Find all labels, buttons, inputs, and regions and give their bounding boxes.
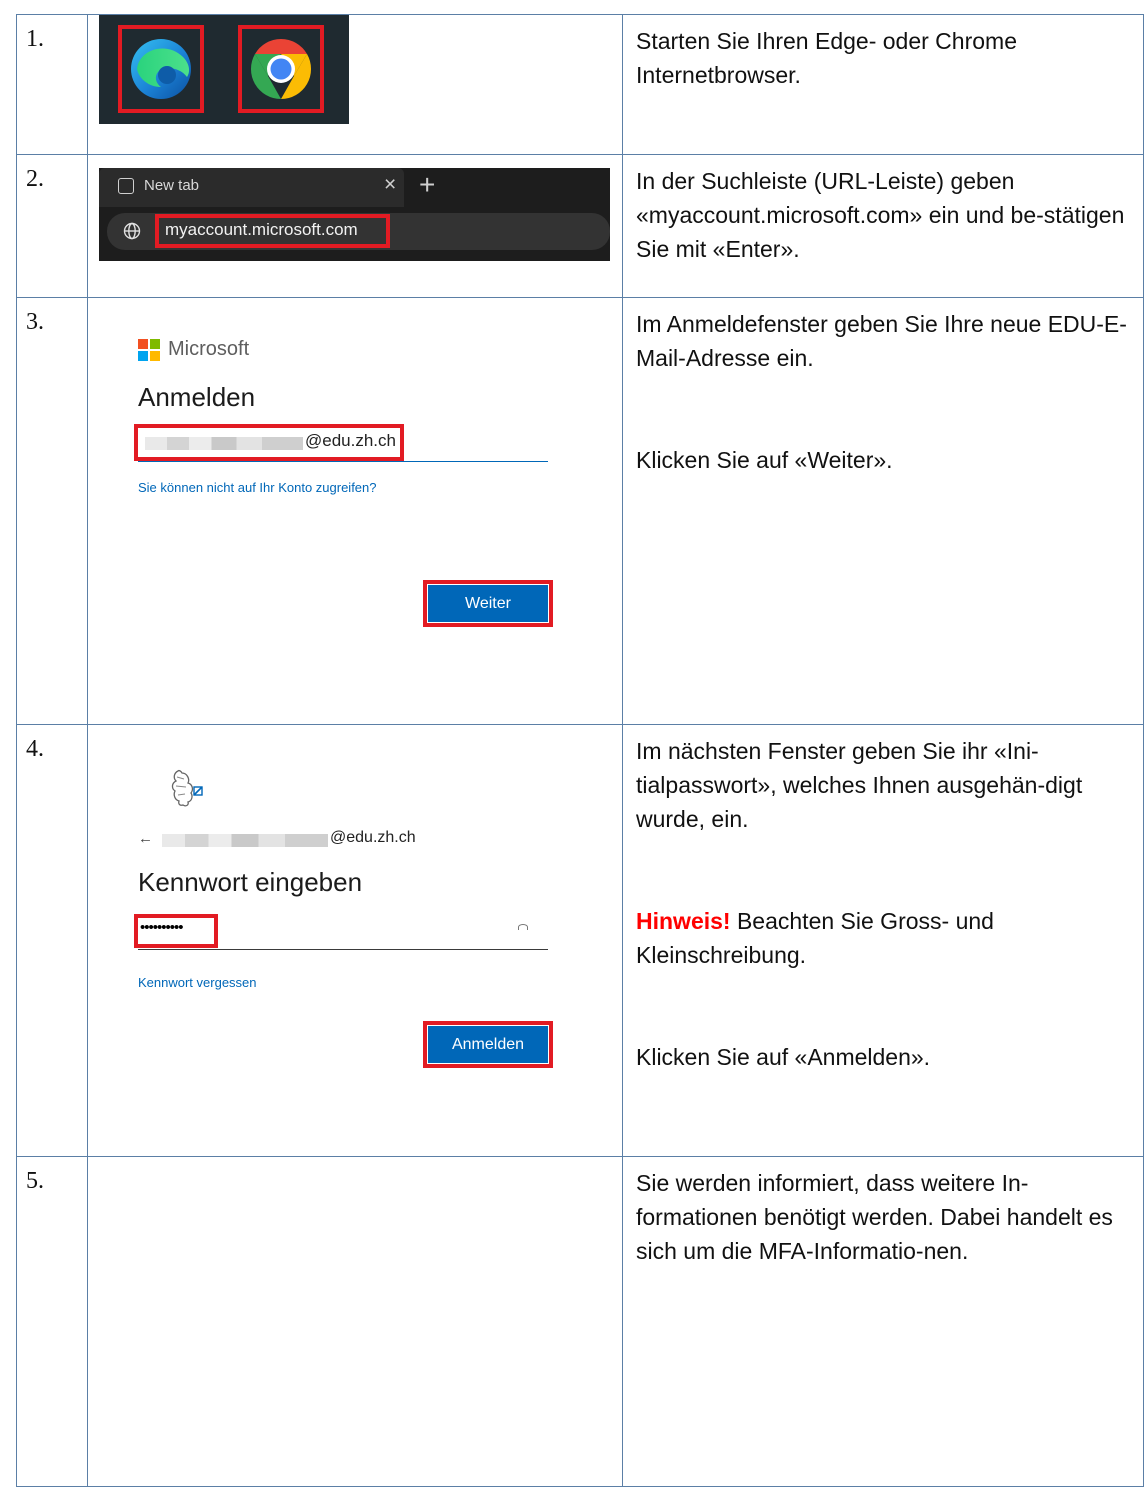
desc-line: Klicken Sie auf «Anmelden».: [636, 1044, 931, 1070]
highlight-box: [134, 424, 404, 461]
account-help-link[interactable]: Sie können nicht auf Ihr Konto zugreifen…: [138, 480, 377, 495]
desc-line: Klicken Sie auf «Weiter».: [636, 447, 893, 473]
email-domain: @edu.zh.ch: [330, 829, 416, 846]
step-description: Sie werden informiert, dass weitere In-f…: [622, 1156, 1144, 1487]
step-screenshot: [87, 1156, 623, 1487]
step-number: 1.: [16, 14, 88, 155]
password-heading: Kennwort eingeben: [138, 867, 363, 897]
signin-button[interactable]: Anmelden: [428, 1026, 548, 1063]
step-number: 3.: [16, 297, 88, 725]
step-screenshot: [87, 14, 623, 155]
highlight-box: [134, 914, 218, 948]
taskbar-image: [99, 15, 349, 124]
step-row-4: 4. ← @edu.zh.ch Kennwort eingeben ••••••…: [16, 724, 1144, 1157]
step-number: 5.: [16, 1156, 88, 1487]
signin-heading: Anmelden: [138, 382, 256, 412]
blurred-username: [162, 834, 328, 847]
reveal-password-icon[interactable]: [518, 924, 528, 930]
tab-page-icon: [118, 178, 134, 194]
desc-line: Im nächsten Fenster geben Sie ihr «Ini-t…: [636, 738, 1083, 832]
step-row-3: 3. Microsoft Anmelden @edu.zh.ch Sie kön…: [16, 297, 1144, 725]
step-screenshot: Microsoft Anmelden @edu.zh.ch Sie können…: [87, 297, 623, 725]
new-tab-icon[interactable]: +: [419, 168, 435, 202]
tab-close-icon[interactable]: ×: [384, 173, 396, 197]
step-row-5: 5. Sie werden informiert, dass weitere I…: [16, 1156, 1144, 1487]
step-number: 4.: [16, 724, 88, 1157]
instructions-table: 1. Starten Sie Ihren Edge- oder Chrome I…: [16, 14, 1144, 1487]
step-description: Im Anmeldefenster geben Sie Ihre neue ED…: [622, 297, 1144, 725]
browser-image: New tab × + myaccount.microsoft.com: [99, 168, 610, 261]
url-text[interactable]: myaccount.microsoft.com: [165, 220, 358, 240]
address-bar[interactable]: myaccount.microsoft.com: [107, 213, 610, 250]
chrome-icon: [250, 38, 312, 100]
step-description: In der Suchleiste (URL-Leiste) geben «my…: [622, 154, 1144, 298]
forgot-password-link[interactable]: Kennwort vergessen: [138, 975, 257, 990]
back-arrow-icon[interactable]: ←: [138, 830, 153, 847]
step-screenshot: ← @edu.zh.ch Kennwort eingeben •••••••••…: [87, 724, 623, 1157]
step-number: 2.: [16, 154, 88, 298]
next-button[interactable]: Weiter: [428, 585, 548, 622]
tab-title: New tab: [144, 177, 200, 194]
brand-name: Microsoft: [168, 338, 250, 360]
microsoft-logo-icon: [138, 339, 160, 361]
globe-icon: [123, 222, 141, 240]
browser-tab[interactable]: New tab ×: [99, 168, 404, 207]
step-description: Im nächsten Fenster geben Sie ihr «Ini-t…: [622, 724, 1144, 1157]
hint-label: Hinweis!: [636, 908, 731, 934]
edge-icon: [131, 39, 191, 99]
step-row-2: 2. New tab × + myaccount.microsoft.com I…: [16, 154, 1144, 298]
desc-line: Im Anmeldefenster geben Sie Ihre neue ED…: [636, 311, 1127, 371]
zurich-lion-icon: [171, 769, 203, 807]
step-screenshot: New tab × + myaccount.microsoft.com: [87, 154, 623, 298]
step-description: Starten Sie Ihren Edge- oder Chrome Inte…: [622, 14, 1144, 155]
step-row-1: 1. Starten Sie Ihren Edge- oder Chrome I…: [16, 14, 1144, 155]
